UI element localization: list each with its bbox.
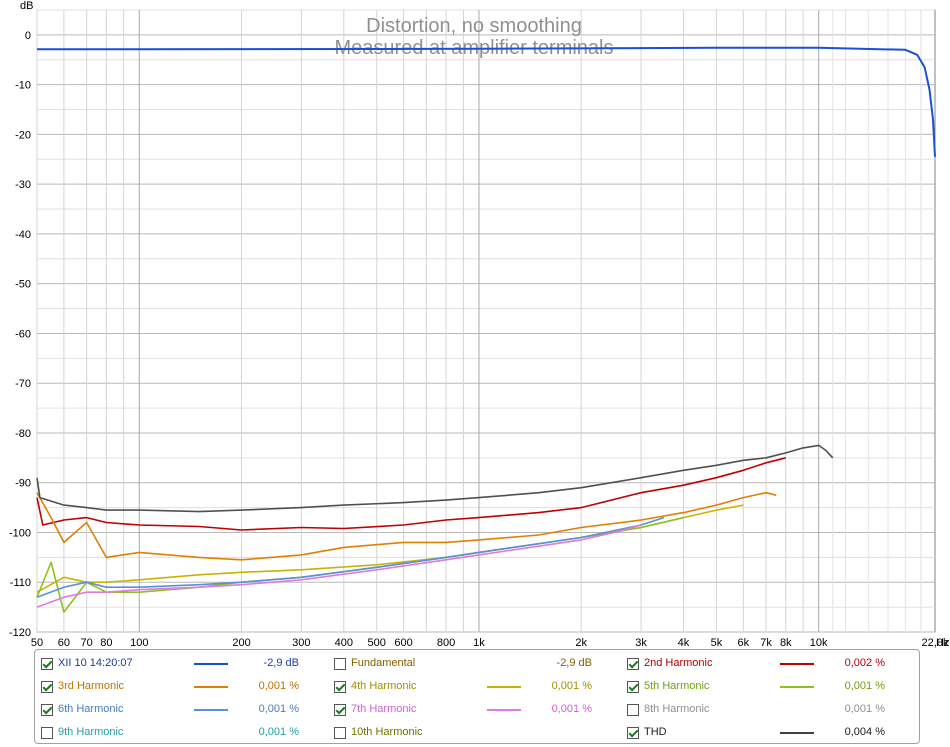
x-tick-label: 8k <box>780 637 792 648</box>
y-tick-label: -120 <box>9 627 31 639</box>
legend-item-value: 0,001 % <box>258 703 299 715</box>
y-tick-label: -110 <box>10 577 31 589</box>
legend-swatch <box>780 663 814 665</box>
legend-checkbox[interactable] <box>334 658 346 670</box>
legend-row: 6th Harmonic 0,001 % 7th Harmonic 0,001 % 8t… <box>35 698 919 721</box>
y-tick-label: -20 <box>15 129 31 141</box>
legend-item-name: 5th Harmonic <box>644 680 710 692</box>
legend-item-value: 0,001 % <box>551 703 592 715</box>
x-tick-label: 5k <box>711 637 723 648</box>
x-tick-label: 3k <box>635 637 647 648</box>
legend-item: 5th Harmonic 0,001 % <box>627 675 907 698</box>
legend-item: 3rd Harmonic 0,001 % <box>41 675 321 698</box>
legend-item-value: 0,001 % <box>258 680 299 692</box>
y-tick-label: -70 <box>15 378 31 390</box>
legend-item-value: 0,002 % <box>844 657 885 669</box>
legend-item: 4th Harmonic 0,001 % <box>334 675 614 698</box>
legend-checkbox[interactable] <box>41 704 53 716</box>
legend-item: XII 10 14:20:07 -2,9 dB <box>41 652 321 675</box>
x-tick-label: 500 <box>368 637 386 648</box>
legend-item-value: 0,001 % <box>258 726 299 738</box>
legend-item-value: -2,9 dB <box>263 657 299 669</box>
y-tick-label: -50 <box>15 279 31 291</box>
legend-swatch <box>194 663 228 665</box>
x-tick-label: 10k <box>810 637 828 648</box>
legend-item-name: 6th Harmonic <box>58 703 124 715</box>
legend-item: 2nd Harmonic 0,002 % <box>627 652 907 675</box>
legend-item-name: 4th Harmonic <box>351 680 417 692</box>
legend-checkbox[interactable] <box>334 727 346 739</box>
y-tick-label: 0 <box>25 30 31 42</box>
x-tick-label: 400 <box>335 637 353 648</box>
legend-item-value: 0,001 % <box>551 680 592 692</box>
legend-item-value: 0,001 % <box>844 703 885 715</box>
x-tick-label: 60 <box>58 637 70 648</box>
y-tick-label: -40 <box>15 229 31 241</box>
x-tick-label: 2k <box>575 637 587 648</box>
legend-item: 10th Harmonic <box>334 721 614 744</box>
legend-item-name: THD <box>644 726 667 738</box>
x-axis-unit: Hz <box>936 637 949 648</box>
legend-checkbox[interactable] <box>334 704 346 716</box>
legend-swatch <box>487 686 521 688</box>
legend-item-name: 2nd Harmonic <box>644 657 713 669</box>
legend-swatch <box>194 709 228 711</box>
legend-checkbox[interactable] <box>41 658 53 670</box>
x-tick-label: 4k <box>678 637 690 648</box>
legend-item: 7th Harmonic 0,001 % <box>334 698 614 721</box>
legend-item-name: XII 10 14:20:07 <box>58 657 133 669</box>
legend-checkbox[interactable] <box>627 727 639 739</box>
x-tick-label: 80 <box>100 637 112 648</box>
legend-item: 6th Harmonic 0,001 % <box>41 698 321 721</box>
legend-checkbox[interactable] <box>41 681 53 693</box>
legend-item-name: 8th Harmonic <box>644 703 710 715</box>
y-tick-label: -10 <box>15 80 31 92</box>
legend-item-name: 9th Harmonic <box>58 726 124 738</box>
legend-item-name: 10th Harmonic <box>351 726 423 738</box>
x-tick-label: 300 <box>292 637 310 648</box>
legend-item-name: 3rd Harmonic <box>58 680 125 692</box>
x-tick-label: 7k <box>760 637 772 648</box>
legend-checkbox[interactable] <box>41 727 53 739</box>
legend-item-name: Fundamental <box>351 657 416 669</box>
legend-swatch <box>194 686 228 688</box>
distortion-chart: 0 -10 -20 -30 -40 -50 -60 -70 -80 -90 -100 -110 -120… <box>9 0 949 648</box>
y-tick-label: -80 <box>15 428 31 440</box>
x-tick-label: 600 <box>394 637 412 648</box>
legend-item: 8th Harmonic 0,001 % <box>627 698 907 721</box>
y-tick-label: -60 <box>15 328 31 340</box>
legend-checkbox[interactable] <box>627 658 639 670</box>
legend-swatch <box>487 709 521 711</box>
x-tick-label: 6k <box>738 637 750 648</box>
y-axis-label: dB <box>20 0 33 12</box>
legend-checkbox[interactable] <box>627 704 639 716</box>
legend-item: Fundamental -2,9 dB <box>334 652 614 675</box>
legend-row: XII 10 14:20:07 -2,9 dB Fundamental -2,9 dB… <box>35 652 919 675</box>
legend-checkbox[interactable] <box>334 681 346 693</box>
x-tick-label: 70 <box>81 637 93 648</box>
legend-checkbox[interactable] <box>627 681 639 693</box>
legend-item: THD 0,004 % <box>627 721 907 744</box>
y-tick-label: -90 <box>15 478 31 490</box>
x-tick-label: 1k <box>473 637 485 648</box>
x-tick-label: 50 <box>31 637 43 648</box>
chart-title: Distortion, no smoothing <box>366 15 582 37</box>
legend-item-value: 0,001 % <box>844 680 885 692</box>
legend-swatch <box>780 686 814 688</box>
legend-swatch <box>780 732 814 734</box>
legend-row: 9th Harmonic 0,001 % 10th Harmonic THD 0,004… <box>35 721 919 744</box>
legend-item: 9th Harmonic 0,001 % <box>41 721 321 744</box>
x-tick-label: 100 <box>130 637 148 648</box>
legend-item-name: 7th Harmonic <box>351 703 417 715</box>
x-tick-label: 200 <box>232 637 250 648</box>
legend-panel: XII 10 14:20:07 -2,9 dB Fundamental -2,9 dB… <box>34 649 920 744</box>
x-tick-label: 800 <box>437 637 455 648</box>
y-tick-label: -30 <box>15 179 31 191</box>
legend-item-value: -2,9 dB <box>556 657 592 669</box>
legend-item-value: 0,004 % <box>844 726 885 738</box>
y-tick-label: -100 <box>9 527 31 539</box>
legend-row: 3rd Harmonic 0,001 % 4th Harmonic 0,001 % 5t… <box>35 675 919 698</box>
